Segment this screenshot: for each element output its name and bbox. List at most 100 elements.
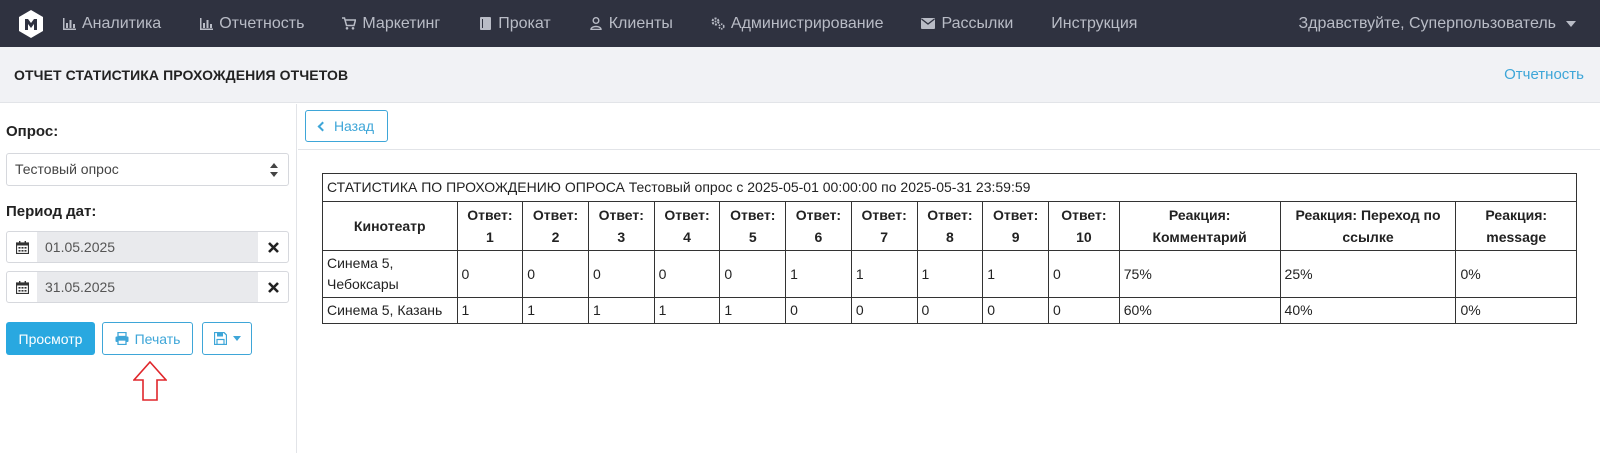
column-header: Ответ: 8	[916, 201, 984, 251]
nav-mailings[interactable]: Рассылки	[921, 0, 1013, 47]
nav-instructions[interactable]: Инструкция	[1051, 0, 1137, 47]
statistics-table: СТАТИСТИКА ПО ПРОХОЖДЕНИЮ ОПРОСА Тестовы…	[322, 173, 1577, 324]
column-header: Ответ: 9	[982, 201, 1049, 251]
floppy-disk-icon	[213, 332, 227, 345]
table-cell: 1	[587, 297, 655, 324]
table-cell: 0	[982, 297, 1049, 324]
top-navbar: Аналитика Отчетность Маркетинг Прокат Кл…	[0, 0, 1600, 47]
calendar-icon[interactable]	[7, 232, 37, 262]
table-cell: 0	[785, 297, 852, 324]
envelope-icon	[921, 17, 936, 31]
date-to-input[interactable]: 31.05.2025	[37, 272, 258, 302]
column-header: Ответ: 6	[785, 201, 852, 251]
report-panel: Назад СТАТИСТИКА ПО ПРОХОЖДЕНИЮ ОПРОСА Т…	[298, 104, 1600, 453]
nav-label: Прокат	[498, 14, 551, 32]
table-row: Синема 5, Чебоксары 0 0 0 0 0 1 1 1 1 0 …	[322, 250, 1577, 298]
table-cell: 1	[719, 297, 787, 324]
chevron-down-icon	[1566, 20, 1576, 27]
survey-label: Опрос:	[6, 123, 59, 140]
logo-icon[interactable]	[0, 0, 62, 47]
bar-chart-icon	[199, 17, 213, 31]
nav-label: Маркетинг	[362, 14, 441, 32]
column-header: Ответ: 3	[587, 201, 655, 251]
nav-label: Администрирование	[730, 14, 884, 32]
table-cell: 75%	[1118, 250, 1281, 298]
table-cell: 0%	[1455, 297, 1577, 324]
table-cell: 0	[456, 250, 524, 298]
print-button-label: Печать	[134, 330, 181, 347]
column-header: Реакция: message	[1455, 201, 1577, 251]
table-cell: 0	[916, 297, 984, 324]
column-header: Ответ: 2	[522, 201, 589, 251]
chevron-down-icon	[232, 336, 241, 341]
table-cell: Синема 5, Чебоксары	[322, 250, 458, 298]
table-cell: 1	[522, 297, 589, 324]
survey-select-value: Тестовый опрос	[15, 161, 119, 177]
table-cell: 25%	[1279, 250, 1457, 298]
table-cell: 1	[850, 250, 918, 298]
book-icon	[478, 17, 492, 31]
select-arrows-icon	[270, 163, 278, 177]
date-from-input[interactable]: 01.05.2025	[37, 232, 258, 262]
table-cell: 1	[456, 297, 524, 324]
survey-select[interactable]: Тестовый опрос	[6, 153, 289, 186]
column-header: Реакция: Комментарий	[1118, 201, 1281, 251]
table-cell: 0	[653, 250, 721, 298]
table-header-row: Кинотеатр Ответ: 1 Ответ: 2 Ответ: 3 Отв…	[322, 201, 1577, 251]
column-header: Ответ: 5	[719, 201, 787, 251]
nav-administration[interactable]: Администрирование	[711, 0, 884, 47]
date-from-group: 01.05.2025	[6, 231, 289, 263]
print-icon	[115, 332, 129, 345]
page-header: ОТЧЕТ СТАТИСТИКА ПРОХОЖДЕНИЯ ОТЧЕТОВ Отч…	[0, 47, 1600, 103]
calendar-icon[interactable]	[7, 272, 37, 302]
nav-analytics[interactable]: Аналитика	[62, 0, 161, 47]
table-row: Синема 5, Казань 1 1 1 1 1 0 0 0 0 0 60%…	[322, 297, 1577, 324]
column-header: Реакция: Переход по ссылке	[1279, 201, 1457, 251]
back-button-label: Назад	[333, 118, 375, 134]
nav-label: Клиенты	[608, 14, 673, 32]
table-cell: 0%	[1455, 250, 1577, 298]
user-menu[interactable]: Здравствуйте, Суперпользователь	[1299, 0, 1576, 47]
page-title: ОТЧЕТ СТАТИСТИКА ПРОХОЖДЕНИЯ ОТЧЕТОВ	[14, 67, 349, 83]
user-greeting: Здравствуйте, Суперпользователь	[1298, 14, 1556, 32]
breadcrumb-link[interactable]: Отчетность	[1504, 66, 1584, 83]
table-caption: СТАТИСТИКА ПО ПРОХОЖДЕНИЮ ОПРОСА Тестовы…	[322, 173, 1577, 202]
nav-label: Рассылки	[941, 14, 1014, 32]
column-header: Ответ: 7	[850, 201, 918, 251]
nav-reports[interactable]: Отчетность	[199, 0, 304, 47]
table-cell: 1	[785, 250, 852, 298]
table-cell: Синема 5, Казань	[322, 297, 458, 324]
nav-label: Отчетность	[219, 14, 305, 32]
annotation-arrow-icon	[132, 360, 168, 406]
table-cell: 0	[587, 250, 655, 298]
close-icon[interactable]	[258, 272, 288, 302]
column-header: Ответ: 10	[1047, 201, 1120, 251]
save-dropdown-button[interactable]	[202, 322, 252, 355]
table-cell: 0	[1047, 297, 1120, 324]
cogs-icon	[711, 17, 725, 31]
table-cell: 60%	[1118, 297, 1281, 324]
column-header: Ответ: 1	[456, 201, 524, 251]
table-cell: 0	[522, 250, 589, 298]
table-cell: 1	[982, 250, 1049, 298]
table-cell: 0	[1047, 250, 1120, 298]
print-button[interactable]: Печать	[102, 322, 193, 355]
table-cell: 0	[719, 250, 787, 298]
nav-rental[interactable]: Прокат	[478, 0, 551, 47]
nav-label: Инструкция	[1051, 14, 1138, 32]
nav-marketing[interactable]: Маркетинг	[342, 0, 440, 47]
view-button[interactable]: Просмотр	[6, 322, 95, 355]
user-icon	[589, 17, 603, 31]
chevron-left-icon	[317, 121, 328, 132]
period-label: Период дат:	[6, 203, 97, 220]
table-cell: 1	[916, 250, 984, 298]
column-header: Кинотеатр	[322, 201, 458, 251]
close-icon[interactable]	[258, 232, 288, 262]
divider	[298, 149, 1600, 150]
nav-clients[interactable]: Клиенты	[589, 0, 673, 47]
date-to-group: 31.05.2025	[6, 271, 289, 303]
table-cell: 0	[850, 297, 918, 324]
column-header: Ответ: 4	[653, 201, 721, 251]
back-button[interactable]: Назад	[305, 110, 388, 142]
table-cell: 1	[653, 297, 721, 324]
